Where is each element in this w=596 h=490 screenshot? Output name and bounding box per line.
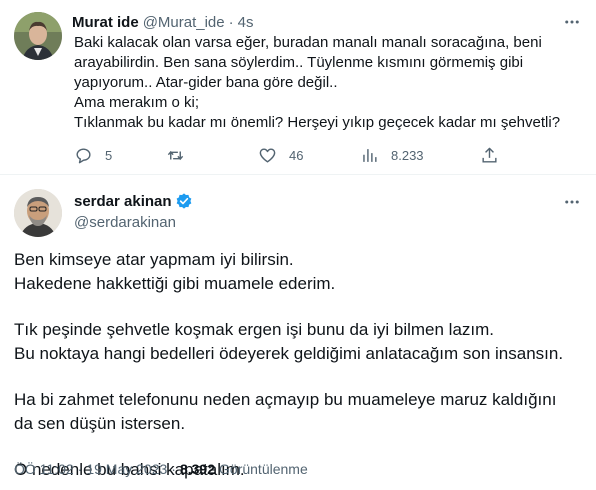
text-line: Ha bi zahmet telefonunu neden açmayıp bu… xyxy=(14,390,557,409)
reply-action-bar: 5 46 8.233 xyxy=(74,146,504,166)
reply-text-line: arayabilirdin. Ben sana söylerdim.. Tüyl… xyxy=(74,54,524,71)
like-button[interactable]: 46 xyxy=(258,146,303,165)
share-icon xyxy=(482,147,497,163)
reply-text-line: Tıklanmak bu kadar mı önemli? Herşeyi yı… xyxy=(74,114,561,131)
reply-more-button[interactable] xyxy=(562,12,582,32)
main-more-button[interactable] xyxy=(562,192,582,212)
tweet-meta: ÖÖ 11:02 · 19 May 2023 · 8.392 Görüntüle… xyxy=(14,461,308,477)
paragraph: Ben kimseye atar yapmam iyi bilirsin. Ha… xyxy=(14,248,590,296)
share-button[interactable] xyxy=(480,146,499,165)
meta-separator: · xyxy=(171,461,176,477)
reply-author-avatar[interactable] xyxy=(14,12,62,60)
tweet-time[interactable]: ÖÖ 11:02 xyxy=(14,461,74,477)
reply-icon xyxy=(76,148,91,164)
text-line: da sen düşün istersen. xyxy=(14,414,186,433)
like-icon xyxy=(259,148,276,163)
text-line: Hakedene hakkettiği gibi muamele ederim. xyxy=(14,274,336,293)
retweet-button[interactable] xyxy=(166,146,197,165)
tweet-view-label: Görüntülenme xyxy=(219,461,308,477)
reply-tweet[interactable]: Murat ide @Murat_ide · 4s Baki kalacak o… xyxy=(0,0,596,172)
more-icon xyxy=(565,20,579,24)
tweet-view-count: 8.392 xyxy=(179,461,216,477)
reply-text-line: Baki kalacak olan varsa eğer, buradan ma… xyxy=(74,34,542,51)
text-line: Ben kimseye atar yapmam iyi bilirsin. xyxy=(14,250,294,269)
reply-button[interactable]: 5 xyxy=(74,146,112,165)
main-author-handle[interactable]: @serdarakinan xyxy=(74,214,176,231)
paragraph: Tık peşinde şehvetle koşmak ergen işi bu… xyxy=(14,318,590,366)
like-count: 46 xyxy=(289,148,304,163)
reply-author-name[interactable]: Murat ide xyxy=(72,14,139,31)
main-tweet-text: Ben kimseye atar yapmam iyi bilirsin. Ha… xyxy=(14,248,590,482)
main-author-name[interactable]: serdar akinan xyxy=(74,193,172,210)
main-author-avatar[interactable] xyxy=(14,189,62,237)
reply-count: 5 xyxy=(105,148,113,163)
views-button[interactable]: 8.233 xyxy=(360,146,424,165)
reply-time[interactable]: 4s xyxy=(238,14,254,31)
tweet-date[interactable]: 19 May 2023 xyxy=(86,461,167,477)
reply-tweet-text: Baki kalacak olan varsa eğer, buradan ma… xyxy=(74,33,590,133)
verified-badge-icon xyxy=(176,193,191,209)
reply-text-line: yapıyorum.. Atar-gider bana göre değil.. xyxy=(74,74,338,91)
paragraph: Ha bi zahmet telefonunu neden açmayıp bu… xyxy=(14,388,590,436)
reply-author-handle[interactable]: @Murat_ide xyxy=(143,14,225,31)
reply-text-line: Ama merakım o ki; xyxy=(74,94,200,111)
more-icon xyxy=(565,200,579,204)
views-count: 8.233 xyxy=(391,148,424,163)
meta-separator: · xyxy=(77,461,83,477)
reply-time-separator: · xyxy=(228,14,234,31)
main-tweet: serdar akinan @serdarakinan Ben kimseye … xyxy=(0,175,596,490)
retweet-icon xyxy=(167,150,184,161)
text-line: Bu noktaya hangi bedelleri ödeyerek geld… xyxy=(14,344,564,363)
text-line: Tık peşinde şehvetle koşmak ergen işi bu… xyxy=(14,320,495,339)
views-icon xyxy=(363,149,377,162)
